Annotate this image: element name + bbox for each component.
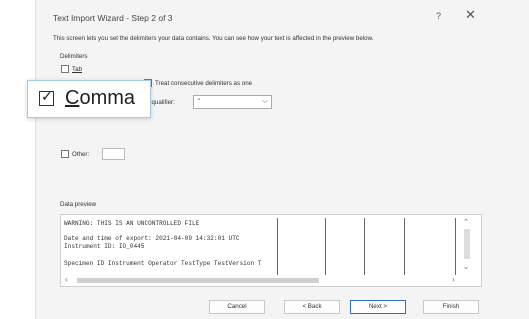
tab-checkbox[interactable] — [61, 65, 69, 73]
tab-label-text: Tab — [72, 66, 82, 73]
finish-button[interactable]: Finish — [423, 300, 479, 314]
scroll-right-icon[interactable]: › — [452, 275, 455, 284]
column-break-line[interactable] — [404, 218, 405, 275]
dialog-title: Text Import Wizard - Step 2 of 3 — [53, 13, 173, 23]
text-qualifier-value: " — [198, 98, 201, 105]
preview-horizontal-scrollbar[interactable]: ‹ › — [63, 275, 461, 285]
scroll-down-icon[interactable]: ⌄ — [463, 263, 469, 271]
text-qualifier-select[interactable]: " ⌵ — [193, 95, 272, 109]
scroll-left-icon[interactable]: ‹ — [65, 275, 68, 284]
data-preview-label: Data preview — [60, 201, 97, 208]
comma-label-first-letter: C — [65, 87, 80, 109]
close-icon[interactable]: ✕ — [465, 8, 476, 21]
other-checkbox[interactable] — [61, 150, 69, 158]
back-button[interactable]: < Back — [284, 300, 340, 314]
column-break-line[interactable] — [325, 218, 326, 275]
checkmark-icon: ✓ — [41, 88, 53, 104]
chevron-down-icon: ⌵ — [261, 96, 268, 105]
preview-line: WARNING: THIS IS AN UNCONTROLLED FILE — [64, 220, 200, 227]
text-qualifier-label: t qualifier: — [148, 99, 175, 106]
step-description: This screen lets you set the delimiters … — [53, 35, 374, 42]
next-button[interactable]: Next > — [350, 300, 406, 314]
column-break-line[interactable] — [455, 218, 456, 275]
tab-checkbox-label[interactable]: Tab — [72, 66, 82, 73]
comma-checkbox-zoom-callout[interactable]: ✓ Comma — [27, 80, 151, 118]
preview-vertical-scrollbar[interactable]: ⌃ ⌄ — [462, 216, 474, 274]
preview-line: Instrument ID: IO_0445 — [64, 243, 145, 250]
help-icon[interactable]: ? — [436, 11, 441, 21]
vertical-scroll-thumb[interactable] — [464, 229, 470, 259]
preview-line: Date and time of export: 2021-04-09 14:3… — [64, 235, 240, 242]
column-break-line[interactable] — [364, 218, 365, 275]
other-checkbox-label[interactable]: Other: — [72, 151, 89, 158]
comma-checkbox-label[interactable]: Comma — [65, 87, 135, 110]
horizontal-scroll-thumb[interactable] — [77, 278, 319, 283]
cancel-button[interactable]: Cancel — [209, 300, 265, 314]
comma-checkbox[interactable]: ✓ — [39, 88, 54, 106]
preview-line: Specimen ID Instrument Operator TestType… — [64, 260, 262, 267]
consecutive-delimiters-label[interactable]: Treat consecutive delimiters as one — [155, 80, 252, 87]
scroll-up-icon[interactable]: ⌃ — [463, 218, 469, 226]
column-break-line[interactable] — [277, 218, 278, 275]
delimiters-group-label: Delimiters — [60, 53, 88, 60]
other-delimiter-input[interactable] — [102, 148, 125, 160]
